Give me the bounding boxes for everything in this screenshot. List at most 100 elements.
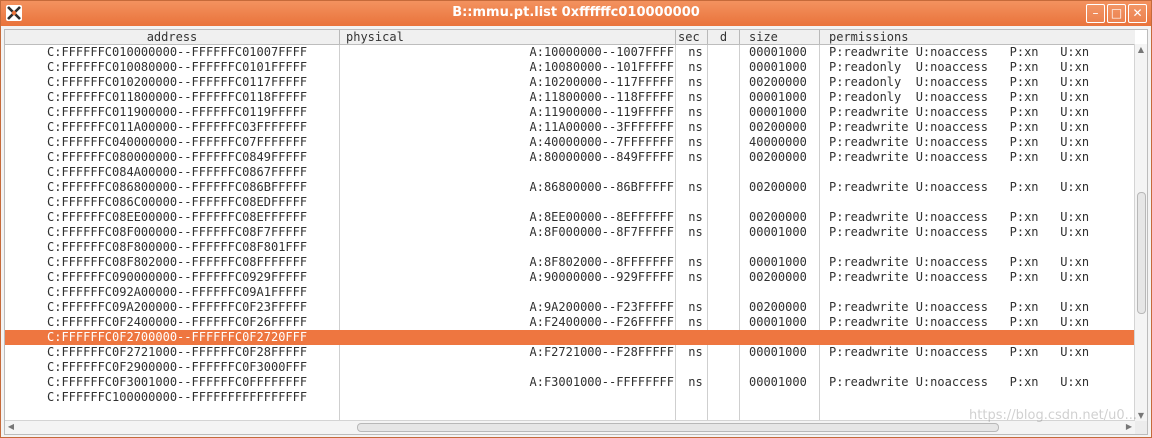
scroll-up-icon[interactable]: ▲	[1135, 44, 1147, 56]
sec-cell: ns	[688, 375, 703, 389]
address-cell: C:FFFFFFC08F000000--FFFFFFC08F7FFFFF	[47, 225, 308, 239]
scroll-left-icon[interactable]: ◀	[5, 421, 17, 433]
physical-cell: A:10000000--1007FFFF	[529, 45, 675, 59]
table-view[interactable]: address physical sec d size permissions …	[4, 29, 1148, 435]
physical-cell	[341, 240, 674, 255]
table-row[interactable]: C:FFFFFFC0F2721000--FFFFFFC0F28FFFFF A:F2…	[5, 345, 1135, 360]
physical-cell: A:11800000--118FFFFF	[529, 90, 675, 104]
physical-cell: A:90000000--929FFFFF	[529, 270, 675, 284]
table-row[interactable]: C:FFFFFFC086800000--FFFFFFC086BFFFFF A:86…	[5, 180, 1135, 195]
permissions-cell	[829, 285, 1135, 300]
size-cell: 00200000	[749, 270, 807, 284]
address-cell: C:FFFFFFC010000000--FFFFFFC01007FFFF	[47, 45, 308, 59]
sec-cell: ns	[688, 45, 703, 59]
address-cell: C:FFFFFFC080000000--FFFFFFC0849FFFFF	[47, 150, 308, 164]
permissions-cell	[829, 360, 1135, 375]
titlebar[interactable]: B::mmu.pt.list 0xffffffc010000000 – □ ✕	[1, 1, 1151, 26]
permissions-cell: P:readwrite U:noaccess P:xn U:xn	[829, 270, 1090, 284]
minimize-button[interactable]: –	[1086, 4, 1105, 23]
column-header-physical[interactable]: physical	[340, 30, 676, 44]
table-row[interactable]: C:FFFFFFC011800000--FFFFFFC0118FFFFF A:11…	[5, 90, 1135, 105]
permissions-cell: P:readwrite U:noaccess P:xn U:xn	[829, 255, 1090, 269]
table-row[interactable]: C:FFFFFFC011A00000--FFFFFFC03FFFFFFF A:11…	[5, 120, 1135, 135]
permissions-cell: P:readwrite U:noaccess P:xn U:xn	[829, 150, 1090, 164]
table-row[interactable]: C:FFFFFFC080000000--FFFFFFC0849FFFFF A:80…	[5, 150, 1135, 165]
size-cell: 00200000	[749, 150, 807, 164]
size-cell	[749, 195, 823, 210]
sec-cell	[680, 240, 711, 255]
table-row[interactable]: C:FFFFFFC0F2400000--FFFFFFC0F26FFFFF A:F2…	[5, 315, 1135, 330]
table-row[interactable]: C:FFFFFFC010080000--FFFFFFC0101FFFFF A:10…	[5, 60, 1135, 75]
table-row[interactable]: C:FFFFFFC0F3001000--FFFFFFC0FFFFFFFF A:F3…	[5, 375, 1135, 390]
table-header: address physical sec d size permissions	[5, 30, 1135, 45]
table-row[interactable]: C:FFFFFFC100000000--FFFFFFFFFFFFFFFF	[5, 390, 1135, 405]
physical-cell	[341, 165, 674, 180]
table-row[interactable]: C:FFFFFFC010200000--FFFFFFC0117FFFFF A:10…	[5, 75, 1135, 90]
address-cell: C:FFFFFFC0F3001000--FFFFFFC0FFFFFFFF	[47, 375, 308, 389]
table-row[interactable]: C:FFFFFFC0F2900000--FFFFFFC0F3000FFF	[5, 360, 1135, 375]
table-row[interactable]: C:FFFFFFC086C00000--FFFFFFC08EDFFFFF	[5, 195, 1135, 210]
address-cell: C:FFFFFFC0F2400000--FFFFFFC0F26FFFFF	[47, 315, 308, 329]
address-cell: C:FFFFFFC092A00000--FFFFFFC09A1FFFFF	[47, 285, 308, 299]
address-cell: C:FFFFFFC011A00000--FFFFFFC03FFFFFFF	[47, 120, 308, 134]
sec-cell: ns	[688, 120, 703, 134]
address-cell: C:FFFFFFC086800000--FFFFFFC086BFFFFF	[47, 180, 308, 194]
address-cell: C:FFFFFFC08F800000--FFFFFFC08F801FFF	[47, 240, 308, 254]
permissions-cell: P:readonly U:noaccess P:xn U:xn	[829, 75, 1090, 89]
size-cell: 00200000	[749, 75, 807, 89]
physical-cell: A:F2400000--F26FFFFF	[529, 315, 675, 329]
table-row[interactable]: C:FFFFFFC092A00000--FFFFFFC09A1FFFFF	[5, 285, 1135, 300]
size-cell: 00200000	[749, 180, 807, 194]
physical-cell: A:10080000--101FFFFF	[529, 60, 675, 74]
vertical-scroll-thumb[interactable]	[1137, 192, 1146, 314]
permissions-cell: P:readwrite U:noaccess P:xn U:xn	[829, 120, 1090, 134]
horizontal-scrollbar[interactable]: ◀ ▶	[5, 420, 1135, 434]
column-header-size[interactable]: size	[740, 30, 820, 44]
table-row[interactable]: C:FFFFFFC090000000--FFFFFFC0929FFFFF A:90…	[5, 270, 1135, 285]
sec-cell	[680, 360, 711, 375]
size-cell: 00001000	[749, 225, 807, 239]
permissions-cell: P:readwrite U:noaccess P:xn U:xn	[829, 180, 1090, 194]
table-row[interactable]: C:FFFFFFC084A00000--FFFFFFC0867FFFFF	[5, 165, 1135, 180]
table-row[interactable]: C:FFFFFFC010000000--FFFFFFC01007FFFF A:10…	[5, 45, 1135, 60]
table-row[interactable]: C:FFFFFFC08F802000--FFFFFFC08FFFFFFF A:8F…	[5, 255, 1135, 270]
permissions-cell: P:readwrite U:noaccess P:xn U:xn	[829, 225, 1090, 239]
permissions-cell: P:readwrite U:noaccess P:xn U:xn	[829, 345, 1090, 359]
sec-cell: ns	[688, 135, 703, 149]
sec-cell: ns	[688, 210, 703, 224]
physical-cell: A:8F802000--8FFFFFFF	[529, 255, 675, 269]
physical-cell	[341, 390, 674, 405]
table-row[interactable]: C:FFFFFFC08F000000--FFFFFFC08F7FFFFF A:8F…	[5, 225, 1135, 240]
address-cell: C:FFFFFFC100000000--FFFFFFFFFFFFFFFF	[47, 390, 308, 404]
column-header-d[interactable]: d	[708, 30, 740, 44]
sec-cell: ns	[688, 270, 703, 284]
address-cell: C:FFFFFFC040000000--FFFFFFC07FFFFFFF	[47, 135, 308, 149]
permissions-cell: P:readonly U:noaccess P:xn U:xn	[829, 60, 1090, 74]
horizontal-scroll-thumb[interactable]	[357, 423, 999, 432]
table-row[interactable]: C:FFFFFFC011900000--FFFFFFC0119FFFFF A:11…	[5, 105, 1135, 120]
sec-cell	[680, 390, 711, 405]
vertical-scrollbar[interactable]: ▲ ▼	[1134, 44, 1147, 422]
column-header-sec[interactable]: sec	[676, 30, 708, 44]
maximize-icon: □	[1110, 6, 1123, 20]
close-button[interactable]: ✕	[1128, 4, 1147, 23]
table-row[interactable]: C:FFFFFFC09A200000--FFFFFFC0F23FFFFF A:9A…	[5, 300, 1135, 315]
sec-cell: ns	[688, 315, 703, 329]
table-row[interactable]: C:FFFFFFC08F800000--FFFFFFC08F801FFF	[5, 240, 1135, 255]
sec-cell: ns	[688, 60, 703, 74]
address-cell: C:FFFFFFC010200000--FFFFFFC0117FFFFF	[47, 75, 308, 89]
size-cell: 40000000	[749, 135, 807, 149]
physical-cell: A:86800000--86BFFFFF	[529, 180, 675, 194]
size-cell: 00200000	[749, 120, 807, 134]
table-row[interactable]: C:FFFFFFC040000000--FFFFFFC07FFFFFFF A:40…	[5, 135, 1135, 150]
column-header-permissions[interactable]: permissions	[820, 30, 1135, 44]
physical-cell: A:F3001000--FFFFFFFF	[529, 375, 675, 389]
close-icon: ✕	[1132, 6, 1143, 20]
permissions-cell: P:readwrite U:noaccess P:xn U:xn	[829, 300, 1090, 314]
maximize-button[interactable]: □	[1107, 4, 1126, 23]
column-header-address[interactable]: address	[5, 30, 340, 44]
permissions-cell	[829, 390, 1135, 405]
table-row[interactable]: C:FFFFFFC08EE00000--FFFFFFC08EFFFFFF A:8E…	[5, 210, 1135, 225]
permissions-cell	[829, 165, 1135, 180]
table-row[interactable]: C:FFFFFFC0F2700000--FFFFFFC0F2720FFF	[5, 330, 1135, 345]
